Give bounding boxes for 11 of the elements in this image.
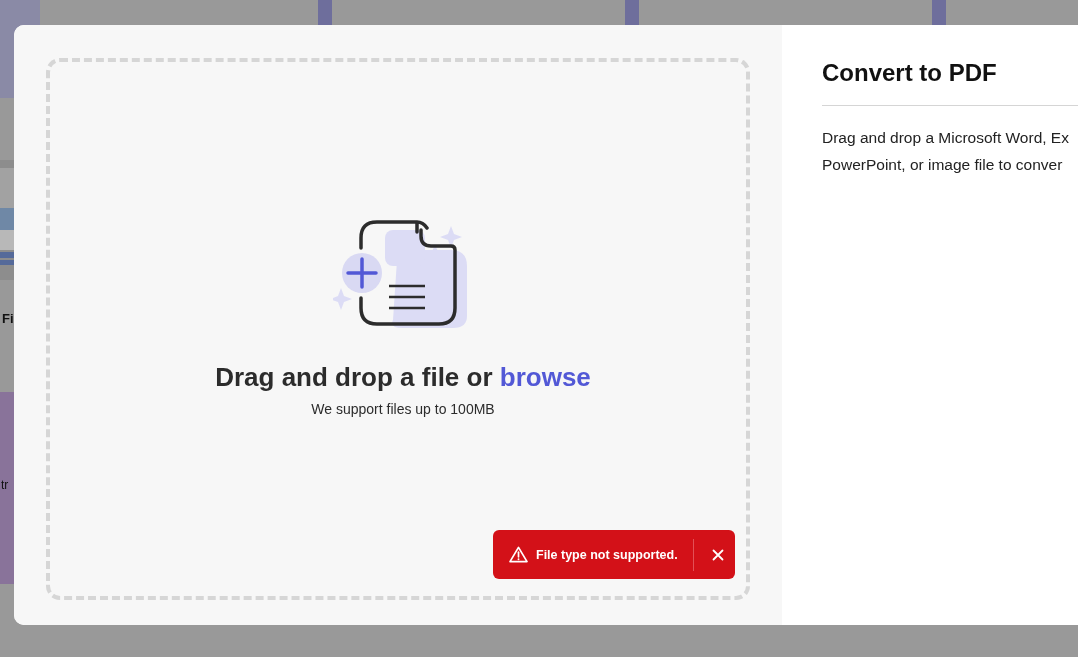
banner-text: tr bbox=[1, 478, 9, 492]
drop-heading: Drag and drop a file or browse bbox=[215, 361, 591, 393]
browse-link[interactable]: browse bbox=[499, 361, 591, 392]
close-icon bbox=[711, 548, 724, 561]
size-note: We support files up to 100MB bbox=[311, 400, 495, 417]
card-title: Fi bbox=[2, 311, 14, 326]
error-message: File type not supported. bbox=[536, 547, 678, 562]
drop-zone[interactable]: Drag and drop a file or browse We support files up to 100MB File type not supported. bbox=[46, 58, 750, 600]
dialog-title: Convert to PDF bbox=[822, 59, 998, 87]
dialog-description: Drag and drop a Microsoft Word, Ex PowerPoint, or image file to conver bbox=[822, 128, 1070, 175]
warning-icon bbox=[509, 546, 528, 563]
